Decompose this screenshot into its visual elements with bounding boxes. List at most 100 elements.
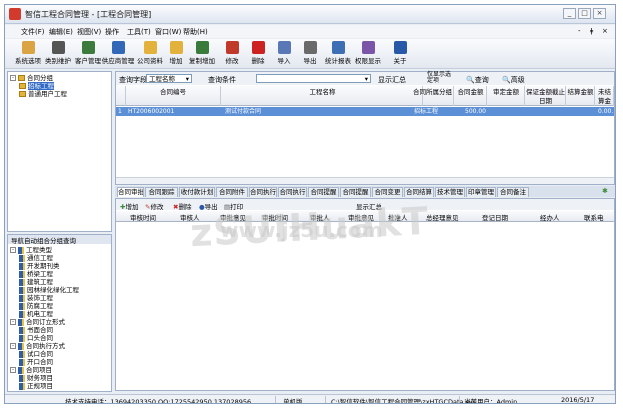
toolbar-button-12[interactable]: 权限显示 bbox=[351, 41, 385, 68]
settings-icon[interactable]: ✱ bbox=[602, 187, 608, 195]
query-field-select[interactable]: 工程名称 ▾ bbox=[146, 74, 192, 83]
tree-node[interactable]: 试口合同 bbox=[10, 350, 110, 358]
query-cond-select[interactable]: ▾ bbox=[256, 74, 371, 83]
menu-view[interactable]: 视图(V) bbox=[77, 27, 101, 37]
advanced-button-label: 高级 bbox=[510, 76, 525, 84]
toolbar-icon-7 bbox=[225, 41, 239, 54]
tree-node-label: 正规项目 bbox=[27, 382, 53, 390]
tree-node[interactable]: 桥梁工程 bbox=[10, 270, 110, 278]
column-header[interactable]: 登记日期 bbox=[482, 212, 508, 222]
toolbar-button-6[interactable]: 复制增加 bbox=[185, 41, 219, 68]
show-selected-toggle[interactable]: 仅显示选 定项 bbox=[427, 72, 451, 84]
toolbar-button-2[interactable]: 客户管理 bbox=[71, 41, 105, 68]
tree-node[interactable]: 建筑工程 bbox=[10, 278, 110, 286]
tree-node[interactable]: - 合同项目 bbox=[10, 366, 110, 374]
mdi-close-button[interactable]: × bbox=[602, 27, 608, 35]
tree-node[interactable]: 普通用户工程 bbox=[10, 90, 110, 98]
expand-toggle-icon[interactable]: - bbox=[10, 75, 16, 81]
column-header[interactable]: 保证金额截止日期 bbox=[526, 86, 566, 106]
tree-node[interactable]: - 工程类型 bbox=[10, 246, 110, 254]
menu-tools[interactable]: 工具(T) bbox=[127, 27, 151, 37]
tree-node[interactable]: 装饰工程 bbox=[10, 294, 110, 302]
tree-node[interactable]: - 合同分组 bbox=[10, 74, 110, 82]
toolbar-icon-9 bbox=[277, 41, 291, 54]
expand-toggle-icon[interactable]: - bbox=[10, 247, 16, 253]
column-header[interactable]: 结算金额 bbox=[567, 86, 595, 106]
detail-add-button[interactable]: ✚增加 bbox=[120, 201, 138, 211]
tree-node[interactable]: 招标工程 bbox=[10, 82, 110, 90]
toolbar-button-0[interactable]: 系统选项 bbox=[11, 41, 45, 68]
tab-item[interactable]: 印章管理 bbox=[466, 187, 496, 197]
column-header[interactable]: 合同所属分组 bbox=[412, 86, 454, 106]
detail-delete-button[interactable]: ✖删除 bbox=[173, 201, 191, 211]
toolbar-button-13[interactable]: 关于 bbox=[383, 41, 417, 68]
table-cell: 0.00.900 bbox=[598, 108, 613, 115]
table-row[interactable]: 1 HT2006002001 测试付款合同 招标工程 500.00 0.00.900 bbox=[116, 107, 614, 116]
toolbar-icon-4 bbox=[143, 41, 157, 54]
tab-item[interactable]: 合同附件 bbox=[216, 187, 248, 197]
detail-edit-button[interactable]: ✎修改 bbox=[145, 201, 163, 211]
toolbar-icon-2 bbox=[81, 41, 95, 54]
toolbar-button-1[interactable]: 类别维护 bbox=[41, 41, 75, 68]
tab-item[interactable]: 合同提醒 bbox=[340, 187, 371, 197]
tree-node[interactable]: 口头合同 bbox=[10, 334, 110, 342]
tree-node[interactable]: 通信工程 bbox=[10, 254, 110, 262]
expand-toggle-icon[interactable]: - bbox=[10, 343, 16, 349]
folder-icon bbox=[18, 75, 25, 81]
tree-node[interactable]: - 合同订立形式 bbox=[10, 318, 110, 326]
tab-item[interactable]: 合同执行 bbox=[278, 187, 307, 197]
tab-item[interactable]: 合同变更 bbox=[372, 187, 403, 197]
nav-tree-panel: 导航自动组合分组查询 - 工程类型 通信工程 开发期刊类 桥梁工程 建筑工程 园林绿化绿化工… bbox=[7, 234, 112, 392]
title-bar: 智信工程合同管理 - [工程合同管理] _ □ × bbox=[5, 5, 615, 24]
column-header[interactable]: 合同金额 bbox=[455, 86, 487, 106]
menu-help[interactable]: 帮助(H) bbox=[183, 27, 208, 37]
tree-node[interactable]: 开口合同 bbox=[10, 358, 110, 366]
show-summary-toggle[interactable]: 显示汇总 bbox=[378, 75, 406, 85]
tab-item[interactable]: 合同审批 bbox=[117, 187, 144, 197]
column-header[interactable]: 未结算金额 bbox=[596, 86, 614, 106]
menu-operate[interactable]: 操作 bbox=[105, 27, 119, 37]
tree-node[interactable]: 正规项目 bbox=[10, 382, 110, 390]
tree-node-label: 防腐工程 bbox=[27, 302, 53, 310]
tab-item[interactable]: 技术管理 bbox=[435, 187, 465, 197]
close-button[interactable]: × bbox=[593, 8, 606, 19]
tab-item[interactable]: 合同执行 bbox=[249, 187, 277, 197]
column-header[interactable]: 合同编号 bbox=[126, 86, 221, 106]
toolbar-button-3[interactable]: 供应商管理 bbox=[101, 41, 135, 68]
tab-item[interactable]: 合同备注 bbox=[497, 187, 529, 197]
mdi-restore-button[interactable]: ǂ bbox=[590, 27, 593, 35]
menu-edit[interactable]: 编辑(E) bbox=[49, 27, 73, 37]
table-cell: 500.00 bbox=[465, 108, 486, 115]
menu-bar: 文件(F) 编辑(E) 视图(V) 操作 工具(T) 窗口(W) 帮助(H) -… bbox=[5, 25, 615, 38]
tree-node[interactable]: 书面合同 bbox=[10, 326, 110, 334]
tree-node[interactable]: 开发期刊类 bbox=[10, 262, 110, 270]
tab-item[interactable]: 合同提醒 bbox=[308, 187, 339, 197]
tree-node[interactable]: - 合同执行方式 bbox=[10, 342, 110, 350]
tab-item[interactable]: 合同结算 bbox=[404, 187, 434, 197]
column-header[interactable]: 审核时间 bbox=[130, 212, 156, 222]
tree-node-label: 机电工程 bbox=[27, 310, 53, 318]
menu-file[interactable]: 文件(F) bbox=[21, 27, 45, 37]
tree-node[interactable]: 防腐工程 bbox=[10, 302, 110, 310]
column-header[interactable]: 工程名称 bbox=[223, 86, 423, 106]
expand-toggle-icon[interactable]: - bbox=[10, 319, 16, 325]
mdi-min-button[interactable]: - bbox=[578, 27, 581, 35]
column-header[interactable]: 经办人 bbox=[540, 212, 560, 222]
horizontal-scrollbar[interactable] bbox=[116, 177, 614, 184]
expand-toggle-icon[interactable]: - bbox=[10, 367, 16, 373]
tree-node[interactable]: 财务项目 bbox=[10, 374, 110, 382]
tab-item[interactable]: 收付款计划 bbox=[179, 187, 215, 197]
column-header[interactable]: 审定金额 bbox=[488, 86, 525, 106]
advanced-button[interactable]: 🔍高级 bbox=[502, 75, 525, 85]
tab-item[interactable]: 合同跟踪 bbox=[145, 187, 178, 197]
column-header[interactable]: 总经理意见 bbox=[426, 212, 459, 222]
query-button[interactable]: 🔍查询 bbox=[466, 75, 489, 85]
menu-window[interactable]: 窗口(W) bbox=[155, 27, 181, 37]
tree-node-label: 合同订立形式 bbox=[26, 318, 65, 326]
tree-node[interactable]: 机电工程 bbox=[10, 310, 110, 318]
toolbar-button-11[interactable]: 统计报表 bbox=[321, 41, 355, 68]
minimize-button[interactable]: _ bbox=[563, 8, 576, 19]
maximize-button[interactable]: □ bbox=[578, 8, 591, 19]
column-header[interactable]: 联系电 bbox=[584, 212, 604, 222]
tree-node[interactable]: 园林绿化绿化工程 bbox=[10, 286, 110, 294]
